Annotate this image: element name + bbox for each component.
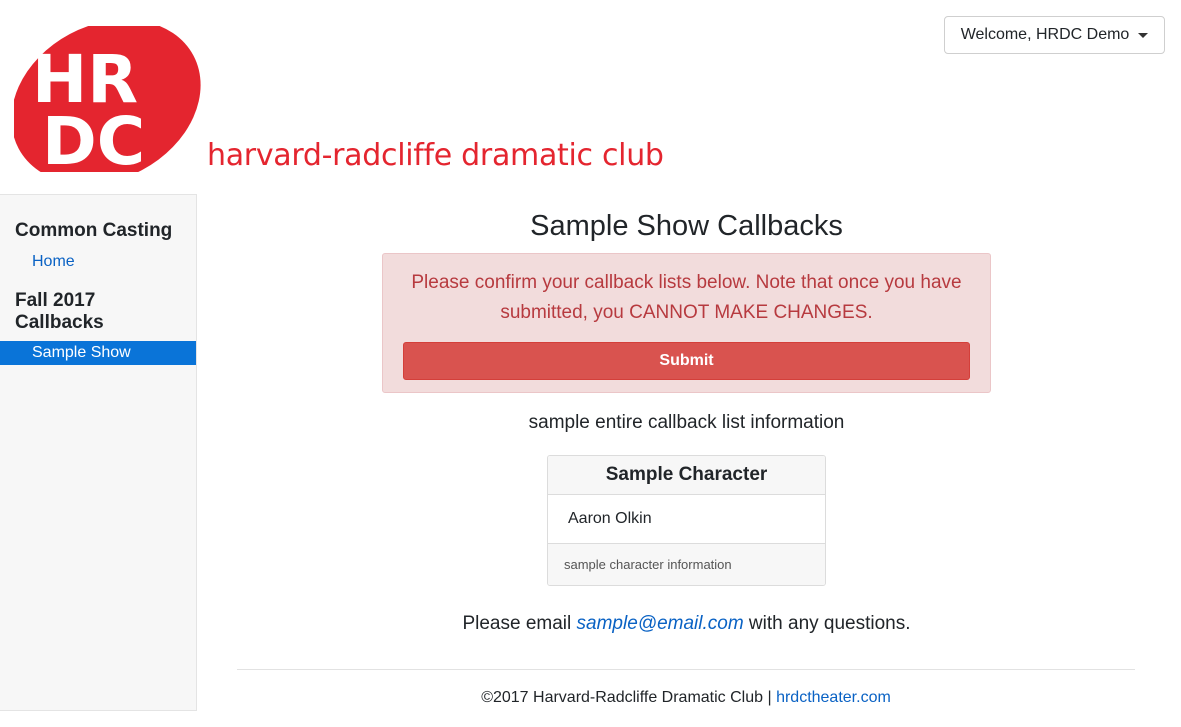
character-name: Sample Character xyxy=(548,456,825,495)
sidebar-item-home[interactable]: Home xyxy=(0,250,196,274)
sidebar-heading-fall-2017-callbacks: Fall 2017 Callbacks xyxy=(15,290,104,333)
footer-copyright: ©2017 Harvard-Radcliffe Dramatic Club | xyxy=(481,689,777,706)
character-info: sample character information xyxy=(548,544,825,585)
actor-name: Aaron Olkin xyxy=(548,495,825,544)
contact-suffix: with any questions. xyxy=(743,613,911,634)
club-name[interactable]: harvard-radcliffe dramatic club xyxy=(207,138,664,173)
page-title: Sample Show Callbacks xyxy=(530,210,843,242)
sidebar: Common Casting Home Fall 2017 Callbacks … xyxy=(0,194,197,711)
logo-letters-dc: DC xyxy=(42,103,145,172)
hrdc-logo[interactable]: HR DC xyxy=(11,19,204,185)
contact-line: Please email sample@email.com with any q… xyxy=(382,613,991,635)
callback-list-info: sample entire callback list information xyxy=(528,412,845,433)
footer: ©2017 Harvard-Radcliffe Dramatic Club | … xyxy=(237,689,1135,707)
character-card: Sample Character Aaron Olkin sample char… xyxy=(547,455,826,586)
hrdc-logo-icon: HR DC xyxy=(11,19,201,185)
sidebar-item-sample-show[interactable]: Sample Show xyxy=(0,341,196,365)
contact-email-link[interactable]: sample@email.com xyxy=(577,613,744,634)
caret-down-icon xyxy=(1138,32,1149,38)
confirm-alert: Please confirm your callback lists below… xyxy=(382,253,991,393)
footer-website-link[interactable]: hrdctheater.com xyxy=(776,689,891,706)
submit-button[interactable]: Submit xyxy=(403,342,970,380)
footer-divider xyxy=(237,669,1135,670)
alert-message: Please confirm your callback lists below… xyxy=(411,272,962,323)
user-menu-button[interactable]: Welcome, HRDC Demo xyxy=(944,16,1165,54)
contact-prefix: Please email xyxy=(462,613,577,634)
sidebar-heading-common-casting: Common Casting xyxy=(15,220,173,241)
user-menu-label: Welcome, HRDC Demo xyxy=(960,26,1130,43)
